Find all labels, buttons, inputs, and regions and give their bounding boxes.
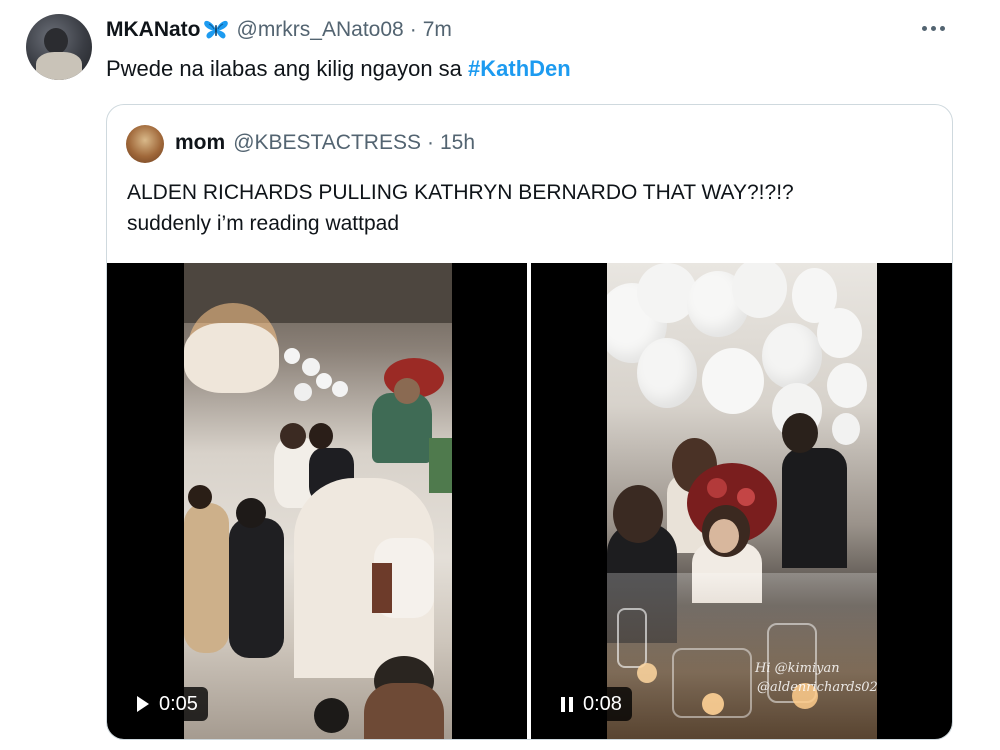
more-options-icon[interactable] [922, 26, 945, 31]
video-time: 0:08 [583, 692, 622, 715]
video-frame [184, 263, 452, 739]
quoted-text-line: ALDEN RICHARDS PULLING KATHRYN BERNARDO … [127, 181, 794, 204]
quoted-tweet[interactable]: mom @KBESTACTRESS · 15h ALDEN RICHARDS P… [106, 104, 953, 740]
separator-dot: · [427, 131, 434, 154]
timestamp[interactable]: 7m [423, 18, 452, 42]
avatar-figure-body [36, 52, 82, 80]
video-time: 0:05 [159, 692, 198, 715]
display-name[interactable]: MKANato [106, 18, 201, 42]
video-player[interactable]: 0:05 [107, 263, 527, 739]
video-overlay-caption: @aldenrichards02 [757, 680, 877, 695]
avatar-figure-head [44, 28, 68, 54]
avatar[interactable] [26, 14, 92, 80]
tweet-text-body: Pwede na ilabas ang kilig ngayon sa [106, 56, 469, 81]
tweet[interactable]: MKANato @mrkrs_ANato08 · 7m Pwede na ila… [0, 0, 1000, 750]
tweet-text: Pwede na ilabas ang kilig ngayon sa #Kat… [106, 56, 571, 82]
video-frame: Hi @kimiyan @aldenrichards02 [607, 263, 877, 739]
video-controls[interactable]: 0:08 [551, 687, 632, 721]
play-icon[interactable] [137, 696, 149, 712]
butterfly-icon [203, 19, 229, 41]
video-controls[interactable]: 0:05 [127, 687, 208, 721]
quoted-tweet-header: mom @KBESTACTRESS · 15h [175, 131, 475, 155]
quoted-handle[interactable]: @KBESTACTRESS [233, 131, 421, 155]
hashtag-link[interactable]: #KathDen [468, 56, 571, 81]
quoted-display-name[interactable]: mom [175, 131, 225, 155]
quoted-text-line: suddenly i’m reading wattpad [127, 212, 399, 235]
quoted-tweet-text: ALDEN RICHARDS PULLING KATHRYN BERNARDO … [127, 177, 794, 239]
quoted-timestamp[interactable]: 15h [440, 131, 475, 155]
quoted-avatar[interactable] [126, 125, 164, 163]
tweet-header: MKANato @mrkrs_ANato08 · 7m [106, 18, 452, 42]
video-overlay-caption: Hi @kimiyan [755, 661, 840, 676]
video-player[interactable]: Hi @kimiyan @aldenrichards02 0:08 [531, 263, 952, 739]
separator-dot: · [409, 18, 417, 41]
handle[interactable]: @mrkrs_ANato08 [237, 18, 404, 42]
pause-icon[interactable] [561, 696, 573, 712]
